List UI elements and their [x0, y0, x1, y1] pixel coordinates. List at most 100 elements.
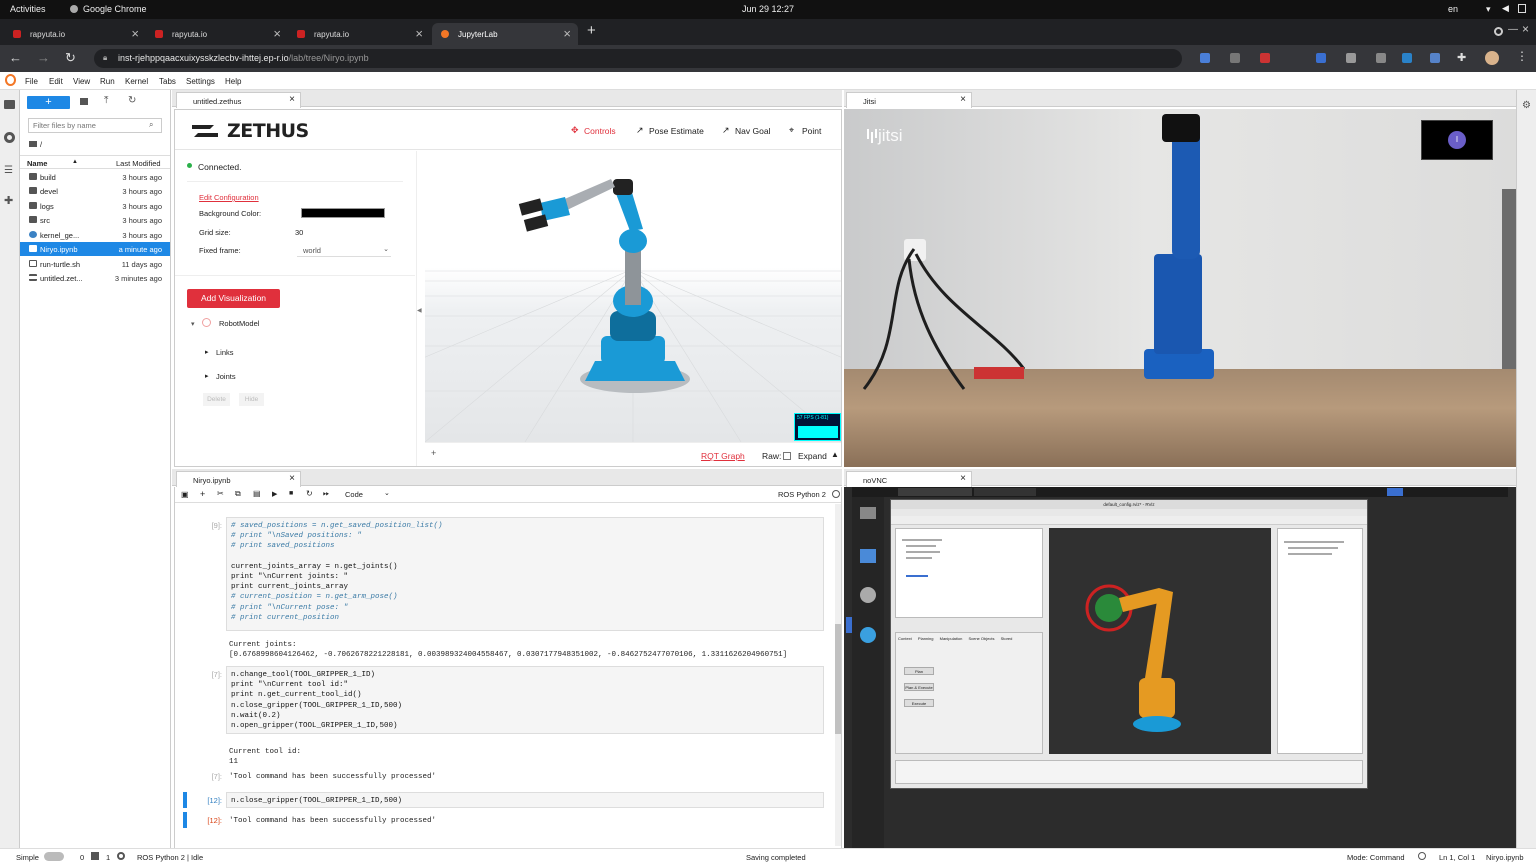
file-row[interactable]: untitled.zet... 3 minutes ago: [20, 271, 170, 285]
close-tab-icon[interactable]: ×: [960, 94, 966, 105]
plan-execute-button[interactable]: Plan & Execute: [904, 683, 934, 691]
extension-icon[interactable]: [1230, 53, 1240, 63]
property-inspector-icon[interactable]: ⚙: [1522, 100, 1531, 111]
chromium-icon[interactable]: [860, 627, 876, 643]
tab-jitsi[interactable]: Jitsi ×: [846, 92, 972, 108]
network-icon[interactable]: ▾: [1486, 4, 1491, 15]
restart-icon[interactable]: ↻: [306, 489, 313, 498]
name-column-header[interactable]: Name: [27, 159, 47, 168]
browser-tab-2[interactable]: rapyuta.io ×: [146, 23, 288, 45]
extension-icon[interactable]: [1402, 53, 1412, 63]
links-item[interactable]: Links: [216, 348, 234, 357]
paste-icon[interactable]: ▤: [253, 489, 261, 498]
close-tab-icon[interactable]: ×: [289, 473, 295, 484]
rqt-graph-link[interactable]: RQT Graph: [701, 451, 745, 461]
add-visualization-button[interactable]: Add Visualization: [187, 289, 280, 308]
menu-settings[interactable]: Settings: [186, 77, 215, 86]
activities-button[interactable]: Activities: [10, 4, 46, 14]
back-arrow-icon[interactable]: ←: [9, 50, 22, 65]
breadcrumb[interactable]: /: [40, 140, 42, 149]
trust-icon[interactable]: [1418, 852, 1426, 860]
app-name[interactable]: Google Chrome: [83, 4, 147, 14]
chrome-account-icon[interactable]: [1494, 27, 1503, 36]
display-item[interactable]: [906, 575, 928, 577]
extension-icon[interactable]: [1316, 53, 1326, 63]
refresh-icon[interactable]: ↻: [128, 95, 136, 106]
chevron-right-icon[interactable]: ▸: [205, 372, 209, 380]
close-tab-icon[interactable]: ×: [289, 94, 295, 105]
run-icon[interactable]: ▶: [272, 490, 277, 498]
nav-pose-estimate[interactable]: Pose Estimate: [649, 126, 704, 136]
expand-toggle[interactable]: Expand: [798, 451, 827, 461]
kernel-count[interactable]: 1: [106, 853, 110, 862]
tab-manipulation[interactable]: Manipulation: [940, 636, 963, 641]
tab-niryo-notebook[interactable]: Niryo.ipynb ×: [176, 471, 301, 487]
profile-avatar[interactable]: [1485, 51, 1499, 65]
close-tab-icon[interactable]: ×: [563, 26, 571, 41]
tab-scene-objects[interactable]: Scene Objects: [968, 636, 994, 641]
file-row[interactable]: devel 3 hours ago: [20, 184, 170, 198]
execute-button[interactable]: Execute: [904, 699, 934, 707]
nav-nav-goal[interactable]: Nav Goal: [735, 126, 770, 136]
insert-cell-icon[interactable]: +: [200, 489, 205, 499]
file-row[interactable]: kernel_ge... 3 hours ago: [20, 228, 170, 242]
new-tab-button[interactable]: +: [587, 22, 596, 39]
vnc-control-handle[interactable]: [846, 617, 852, 633]
edit-configuration-link[interactable]: Edit Configuration: [199, 193, 259, 202]
display-item[interactable]: [906, 557, 932, 559]
running-icon[interactable]: [4, 132, 15, 143]
language-indicator[interactable]: en: [1448, 4, 1458, 14]
display-item[interactable]: [906, 551, 940, 553]
chevron-down-icon[interactable]: ▾: [191, 320, 195, 328]
local-participant-thumbnail[interactable]: I: [1421, 120, 1493, 160]
file-row[interactable]: logs 3 hours ago: [20, 199, 170, 213]
simple-mode-toggle[interactable]: [44, 852, 64, 861]
file-row[interactable]: src 3 hours ago: [20, 213, 170, 227]
cut-icon[interactable]: ✂: [217, 489, 224, 498]
3d-viewport[interactable]: [425, 151, 841, 442]
kernel-name[interactable]: ROS Python 2: [778, 490, 826, 499]
display-item[interactable]: [902, 539, 942, 541]
menu-run[interactable]: Run: [100, 77, 115, 86]
forward-arrow-icon[interactable]: →: [37, 50, 50, 65]
extension-icon[interactable]: [1430, 53, 1440, 63]
view-item[interactable]: [1284, 541, 1344, 543]
url-bar[interactable]: 🔒︎ inst-rjehppqaacxuixysskzlecbv-ihttej.…: [94, 49, 1182, 68]
clock[interactable]: Jun 29 12:27: [742, 4, 794, 14]
view-item[interactable]: [1288, 553, 1332, 555]
fast-forward-icon[interactable]: ⏩︎: [323, 489, 329, 499]
tab-planning[interactable]: Planning: [918, 636, 934, 641]
browser-tab-1[interactable]: rapyuta.io ×: [4, 23, 146, 45]
terminal-icon[interactable]: [860, 507, 876, 519]
nav-controls[interactable]: Controls: [584, 126, 616, 136]
code-cell[interactable]: # saved_positions = n.get_saved_position…: [226, 517, 824, 631]
nav-point[interactable]: Point: [802, 126, 821, 136]
root-folder-icon[interactable]: [29, 141, 37, 147]
close-window-icon[interactable]: ×: [1522, 22, 1529, 36]
folder-icon[interactable]: [4, 100, 15, 109]
stop-icon[interactable]: ■: [289, 490, 293, 497]
tab-untitled-zethus[interactable]: untitled.zethus ×: [176, 92, 301, 108]
hide-button[interactable]: Hide: [239, 393, 264, 406]
browser-tab-3[interactable]: rapyuta.io ×: [288, 23, 430, 45]
browser-tab-jupyterlab[interactable]: JupyterLab ×: [432, 23, 578, 45]
home-folder-icon[interactable]: [860, 549, 876, 563]
menu-tabs[interactable]: Tabs: [159, 77, 176, 86]
puzzle-extensions-icon[interactable]: ✚: [1457, 51, 1466, 64]
tab-novnc[interactable]: noVNC ×: [846, 471, 972, 487]
menu-file[interactable]: File: [25, 77, 38, 86]
menu-edit[interactable]: Edit: [49, 77, 63, 86]
cell-type-select[interactable]: Code: [345, 490, 363, 499]
collapse-sidebar-icon[interactable]: ◀: [417, 307, 422, 314]
expand-arrow-icon[interactable]: ▲: [831, 450, 839, 459]
lock-icon[interactable]: 🔒︎: [103, 53, 107, 63]
rviz-3d-view[interactable]: [1049, 528, 1271, 754]
kernel-status[interactable]: ROS Python 2 | Idle: [137, 853, 203, 862]
notebook-mode[interactable]: Mode: Command: [1347, 853, 1405, 862]
menu-help[interactable]: Help: [225, 77, 241, 86]
menu-kernel[interactable]: Kernel: [125, 77, 148, 86]
fixed-frame-select[interactable]: world ⌄: [297, 243, 391, 257]
vnc-taskbar-item[interactable]: [898, 488, 972, 496]
battery-icon[interactable]: [1518, 4, 1526, 13]
views-panel[interactable]: [1277, 528, 1363, 754]
